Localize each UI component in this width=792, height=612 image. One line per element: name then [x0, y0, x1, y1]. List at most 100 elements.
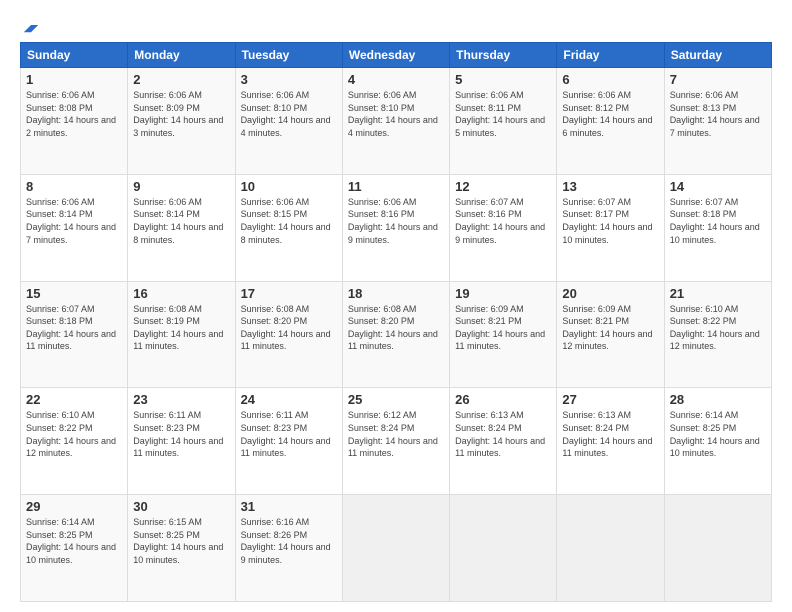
day-info: Sunrise: 6:08 AMSunset: 8:20 PMDaylight:…	[348, 304, 438, 352]
day-header-monday: Monday	[128, 43, 235, 68]
day-info: Sunrise: 6:06 AMSunset: 8:08 PMDaylight:…	[26, 90, 116, 138]
day-number: 5	[455, 72, 551, 87]
day-number: 28	[670, 392, 766, 407]
day-info: Sunrise: 6:06 AMSunset: 8:11 PMDaylight:…	[455, 90, 545, 138]
day-number: 7	[670, 72, 766, 87]
calendar-cell: 19 Sunrise: 6:09 AMSunset: 8:21 PMDayligh…	[450, 281, 557, 388]
day-info: Sunrise: 6:06 AMSunset: 8:16 PMDaylight:…	[348, 197, 438, 245]
calendar-cell: 25Sunrise: 6:12 AMSunset: 8:24 PMDayligh…	[342, 388, 449, 495]
day-info: Sunrise: 6:12 AMSunset: 8:24 PMDaylight:…	[348, 410, 438, 458]
calendar-cell: 27Sunrise: 6:13 AMSunset: 8:24 PMDayligh…	[557, 388, 664, 495]
day-number: 23	[133, 392, 229, 407]
calendar-cell: 18 Sunrise: 6:08 AMSunset: 8:20 PMDayligh…	[342, 281, 449, 388]
calendar-cell: 16Sunrise: 6:08 AMSunset: 8:19 PMDayligh…	[128, 281, 235, 388]
day-header-tuesday: Tuesday	[235, 43, 342, 68]
day-number: 8	[26, 179, 122, 194]
day-number: 12	[455, 179, 551, 194]
day-number: 4	[348, 72, 444, 87]
calendar-cell: 13 Sunrise: 6:07 AMSunset: 8:17 PMDayligh…	[557, 174, 664, 281]
calendar-cell: 4 Sunrise: 6:06 AMSunset: 8:10 PMDaylight…	[342, 68, 449, 175]
day-number: 22	[26, 392, 122, 407]
day-info: Sunrise: 6:06 AMSunset: 8:10 PMDaylight:…	[348, 90, 438, 138]
day-number: 18	[348, 286, 444, 301]
day-info: Sunrise: 6:11 AMSunset: 8:23 PMDaylight:…	[133, 410, 223, 458]
day-header-wednesday: Wednesday	[342, 43, 449, 68]
day-info: Sunrise: 6:06 AMSunset: 8:15 PMDaylight:…	[241, 197, 331, 245]
day-info: Sunrise: 6:08 AMSunset: 8:19 PMDaylight:…	[133, 304, 223, 352]
calendar-cell: 7 Sunrise: 6:06 AMSunset: 8:13 PMDaylight…	[664, 68, 771, 175]
calendar-cell	[342, 495, 449, 602]
day-number: 20	[562, 286, 658, 301]
day-number: 3	[241, 72, 337, 87]
day-info: Sunrise: 6:10 AMSunset: 8:22 PMDaylight:…	[670, 304, 760, 352]
day-number: 1	[26, 72, 122, 87]
day-info: Sunrise: 6:06 AMSunset: 8:14 PMDaylight:…	[26, 197, 116, 245]
calendar-cell	[664, 495, 771, 602]
day-info: Sunrise: 6:10 AMSunset: 8:22 PMDaylight:…	[26, 410, 116, 458]
day-number: 15	[26, 286, 122, 301]
calendar-cell: 15 Sunrise: 6:07 AMSunset: 8:18 PMDayligh…	[21, 281, 128, 388]
day-number: 27	[562, 392, 658, 407]
calendar-cell: 23 Sunrise: 6:11 AMSunset: 8:23 PMDayligh…	[128, 388, 235, 495]
day-info: Sunrise: 6:06 AMSunset: 8:10 PMDaylight:…	[241, 90, 331, 138]
page: SundayMondayTuesdayWednesdayThursdayFrid…	[0, 0, 792, 612]
calendar-cell: 26 Sunrise: 6:13 AMSunset: 8:24 PMDayligh…	[450, 388, 557, 495]
calendar-cell: 20Sunrise: 6:09 AMSunset: 8:21 PMDayligh…	[557, 281, 664, 388]
day-number: 31	[241, 499, 337, 514]
day-number: 14	[670, 179, 766, 194]
calendar-cell: 10 Sunrise: 6:06 AMSunset: 8:15 PMDayligh…	[235, 174, 342, 281]
calendar-cell: 21Sunrise: 6:10 AMSunset: 8:22 PMDayligh…	[664, 281, 771, 388]
day-number: 9	[133, 179, 229, 194]
day-info: Sunrise: 6:09 AMSunset: 8:21 PMDaylight:…	[455, 304, 545, 352]
day-info: Sunrise: 6:07 AMSunset: 8:16 PMDaylight:…	[455, 197, 545, 245]
day-number: 29	[26, 499, 122, 514]
day-info: Sunrise: 6:13 AMSunset: 8:24 PMDaylight:…	[455, 410, 545, 458]
day-info: Sunrise: 6:15 AMSunset: 8:25 PMDaylight:…	[133, 517, 223, 565]
day-info: Sunrise: 6:06 AMSunset: 8:13 PMDaylight:…	[670, 90, 760, 138]
logo	[20, 16, 40, 34]
calendar-cell: 2 Sunrise: 6:06 AMSunset: 8:09 PMDaylight…	[128, 68, 235, 175]
calendar-week-row: 29 Sunrise: 6:14 AMSunset: 8:25 PMDayligh…	[21, 495, 772, 602]
calendar-week-row: 22 Sunrise: 6:10 AMSunset: 8:22 PMDayligh…	[21, 388, 772, 495]
day-number: 2	[133, 72, 229, 87]
calendar-cell: 11 Sunrise: 6:06 AMSunset: 8:16 PMDayligh…	[342, 174, 449, 281]
day-header-thursday: Thursday	[450, 43, 557, 68]
calendar-cell	[450, 495, 557, 602]
day-info: Sunrise: 6:08 AMSunset: 8:20 PMDaylight:…	[241, 304, 331, 352]
calendar-cell: 3 Sunrise: 6:06 AMSunset: 8:10 PMDaylight…	[235, 68, 342, 175]
calendar-week-row: 8 Sunrise: 6:06 AMSunset: 8:14 PMDaylight…	[21, 174, 772, 281]
day-info: Sunrise: 6:11 AMSunset: 8:23 PMDaylight:…	[241, 410, 331, 458]
day-info: Sunrise: 6:06 AMSunset: 8:09 PMDaylight:…	[133, 90, 223, 138]
calendar-cell: 29 Sunrise: 6:14 AMSunset: 8:25 PMDayligh…	[21, 495, 128, 602]
calendar-cell: 30 Sunrise: 6:15 AMSunset: 8:25 PMDayligh…	[128, 495, 235, 602]
calendar-cell: 8 Sunrise: 6:06 AMSunset: 8:14 PMDaylight…	[21, 174, 128, 281]
header	[20, 16, 772, 34]
day-number: 30	[133, 499, 229, 514]
day-header-saturday: Saturday	[664, 43, 771, 68]
calendar-week-row: 15 Sunrise: 6:07 AMSunset: 8:18 PMDayligh…	[21, 281, 772, 388]
calendar-cell: 12 Sunrise: 6:07 AMSunset: 8:16 PMDayligh…	[450, 174, 557, 281]
day-number: 17	[241, 286, 337, 301]
day-number: 11	[348, 179, 444, 194]
logo-icon	[22, 16, 40, 34]
calendar-cell	[557, 495, 664, 602]
day-number: 6	[562, 72, 658, 87]
day-info: Sunrise: 6:07 AMSunset: 8:17 PMDaylight:…	[562, 197, 652, 245]
day-info: Sunrise: 6:06 AMSunset: 8:14 PMDaylight:…	[133, 197, 223, 245]
day-number: 26	[455, 392, 551, 407]
day-number: 13	[562, 179, 658, 194]
calendar-cell: 5 Sunrise: 6:06 AMSunset: 8:11 PMDaylight…	[450, 68, 557, 175]
calendar-header-row: SundayMondayTuesdayWednesdayThursdayFrid…	[21, 43, 772, 68]
calendar-cell: 9 Sunrise: 6:06 AMSunset: 8:14 PMDaylight…	[128, 174, 235, 281]
day-header-sunday: Sunday	[21, 43, 128, 68]
day-info: Sunrise: 6:07 AMSunset: 8:18 PMDaylight:…	[670, 197, 760, 245]
calendar-week-row: 1 Sunrise: 6:06 AMSunset: 8:08 PMDaylight…	[21, 68, 772, 175]
day-number: 24	[241, 392, 337, 407]
day-number: 19	[455, 286, 551, 301]
calendar-cell: 24 Sunrise: 6:11 AMSunset: 8:23 PMDayligh…	[235, 388, 342, 495]
day-info: Sunrise: 6:06 AMSunset: 8:12 PMDaylight:…	[562, 90, 652, 138]
day-number: 10	[241, 179, 337, 194]
day-info: Sunrise: 6:14 AMSunset: 8:25 PMDaylight:…	[26, 517, 116, 565]
day-info: Sunrise: 6:07 AMSunset: 8:18 PMDaylight:…	[26, 304, 116, 352]
calendar-cell: 22 Sunrise: 6:10 AMSunset: 8:22 PMDayligh…	[21, 388, 128, 495]
